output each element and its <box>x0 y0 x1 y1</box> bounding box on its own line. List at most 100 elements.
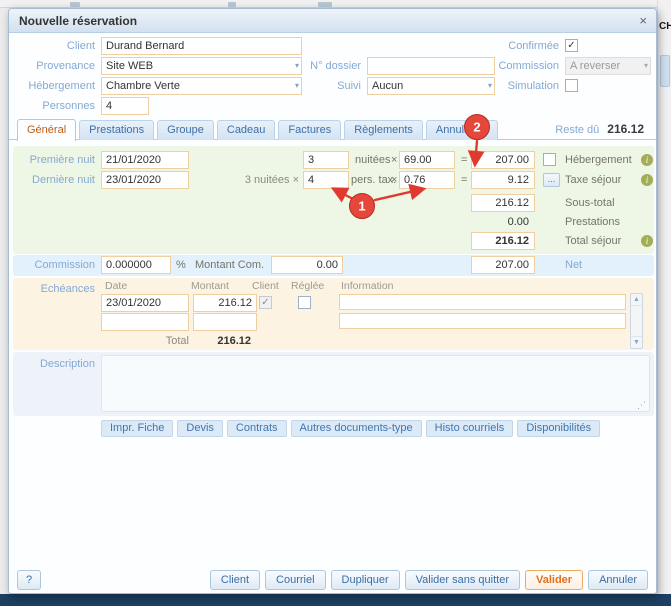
provenance-label: Provenance <box>9 57 95 75</box>
taxe-unit-input[interactable]: 0.76 <box>399 171 455 189</box>
tab-bar: Général Prestations Groupe Cadeau Factur… <box>17 119 498 140</box>
resize-grip-icon[interactable]: ⋰ <box>637 401 655 593</box>
total-sejour-value: 216.12 <box>471 232 535 250</box>
personnes-label: Personnes <box>9 97 95 115</box>
info-icon[interactable]: i <box>641 235 653 247</box>
col-header-client: Client <box>252 280 279 293</box>
montant-com-input[interactable]: 0.00 <box>271 256 343 274</box>
hebergement-select[interactable]: Chambre Verte ▾ <box>101 77 302 95</box>
histo-courriels-button[interactable]: Histo courriels <box>426 420 514 437</box>
echeance-date-input[interactable]: 23/01/2020 <box>101 294 189 312</box>
close-icon[interactable]: × <box>639 9 647 32</box>
taxe-more-button[interactable]: ... <box>543 173 560 187</box>
equals-sign: = <box>461 171 467 189</box>
echeance-montant-input[interactable]: 216.12 <box>193 294 257 312</box>
derniere-nuit-input[interactable]: 23/01/2020 <box>101 171 189 189</box>
dupliquer-button[interactable]: Dupliquer <box>331 570 400 590</box>
help-button[interactable]: ? <box>17 570 41 590</box>
footer-buttons: Client Courriel Dupliquer Valider sans q… <box>210 570 648 590</box>
client-button[interactable]: Client <box>210 570 260 590</box>
simulation-checkbox[interactable] <box>565 79 578 92</box>
client-input[interactable]: Durand Bernard <box>101 37 302 55</box>
prestations-value: 0.00 <box>471 213 535 231</box>
hebergement-value: Chambre Verte <box>106 80 180 92</box>
description-textarea[interactable] <box>101 355 650 412</box>
dialog-titlebar[interactable]: Nouvelle réservation × <box>9 9 656 33</box>
tab-annulation[interactable]: Annulation <box>426 120 498 140</box>
tab-reglements[interactable]: Règlements <box>344 120 423 140</box>
echeance-client-checkbox: ✓ <box>259 296 272 309</box>
echeance-montant-input[interactable] <box>193 313 257 331</box>
equals-sign: = <box>461 151 467 169</box>
suivi-label: Suivi <box>299 77 361 95</box>
tab-general[interactable]: Général <box>17 119 76 141</box>
prestations-label: Prestations <box>565 213 620 231</box>
dossier-label: N° dossier <box>299 57 361 75</box>
background-window-right-edge: CH <box>657 0 671 594</box>
annuler-button[interactable]: Annuler <box>588 570 648 590</box>
col-header-reglee: Réglée <box>291 280 324 293</box>
dialog-title: Nouvelle réservation <box>19 9 137 33</box>
contrats-button[interactable]: Contrats <box>227 420 287 437</box>
pers-tax-count-input[interactable]: 4 <box>303 171 349 189</box>
background-partial-text: CH <box>659 21 671 32</box>
provenance-value: Site WEB <box>106 60 153 72</box>
background-toolbar-fragment <box>70 2 80 7</box>
commission-label: Commission <box>9 256 95 274</box>
commission-taux-input[interactable]: 0.000000 <box>101 256 171 274</box>
taxe-total-value: 9.12 <box>471 171 535 189</box>
nuitees-label: nuitées <box>355 151 390 169</box>
nuitees-count-input[interactable]: 3 <box>303 151 349 169</box>
impr-fiche-button[interactable]: Impr. Fiche <box>101 420 173 437</box>
echeance-date-input[interactable] <box>101 313 189 331</box>
reste-du-value: 216.12 <box>607 122 644 136</box>
background-scrollbar-thumb[interactable] <box>660 55 670 87</box>
derniere-nuit-label: Dernière nuit <box>9 171 95 189</box>
info-icon[interactable]: i <box>641 174 653 186</box>
montant-com-label: Montant Com. <box>195 256 264 274</box>
pers-tax-label: pers. tax. <box>351 171 396 189</box>
chevron-down-icon: ▾ <box>644 59 648 73</box>
echeance-reglee-checkbox[interactable] <box>298 296 311 309</box>
disponibilites-button[interactable]: Disponibilités <box>517 420 600 437</box>
scroll-down-icon[interactable]: ▼ <box>631 336 642 348</box>
suivi-value: Aucun <box>372 80 403 92</box>
echeances-total-label: Total <box>109 332 189 350</box>
tab-factures[interactable]: Factures <box>278 120 341 140</box>
premiere-nuit-input[interactable]: 21/01/2020 <box>101 151 189 169</box>
scroll-up-icon[interactable]: ▲ <box>631 294 642 306</box>
personnes-input[interactable]: 4 <box>101 97 149 115</box>
multiply-sign: × <box>391 171 397 189</box>
autres-documents-button[interactable]: Autres documents-type <box>291 420 422 437</box>
echeances-scrollbar[interactable]: ▲ ▼ <box>630 293 643 349</box>
col-header-montant: Montant <box>191 280 229 293</box>
reservation-dialog: Nouvelle réservation × Client Durand Ber… <box>8 8 657 594</box>
confirmee-checkbox[interactable]: ✓ <box>565 39 578 52</box>
col-header-information: Information <box>341 280 394 293</box>
tab-prestations[interactable]: Prestations <box>79 120 154 140</box>
tab-cadeau[interactable]: Cadeau <box>217 120 276 140</box>
provenance-select[interactable]: Site WEB ▾ <box>101 57 302 75</box>
net-label: Net <box>565 256 605 274</box>
commission-mode-label: Commission <box>474 57 559 75</box>
hebergement-checkbox[interactable] <box>543 153 556 166</box>
background-window-top-edge <box>0 0 671 8</box>
courriel-button[interactable]: Courriel <box>265 570 326 590</box>
total-sejour-label: Total séjour <box>565 232 621 250</box>
percent-sign: % <box>176 256 186 274</box>
echeance-information-input[interactable] <box>339 294 626 310</box>
prix-nuit-input[interactable]: 69.00 <box>399 151 455 169</box>
echeance-information-input[interactable] <box>339 313 626 329</box>
premiere-nuit-label: Première nuit <box>9 151 95 169</box>
tab-groupe[interactable]: Groupe <box>157 120 214 140</box>
valider-button[interactable]: Valider <box>525 570 583 590</box>
info-icon[interactable]: i <box>641 154 653 166</box>
echeances-total-value: 216.12 <box>193 332 257 350</box>
screen: CH Nouvelle réservation × Client Durand … <box>0 0 671 606</box>
document-buttons: Impr. Fiche Devis Contrats Autres docume… <box>101 420 600 437</box>
commission-mode-select: A reverser ▾ <box>565 57 651 75</box>
devis-button[interactable]: Devis <box>177 420 223 437</box>
simulation-label: Simulation <box>474 77 559 95</box>
valider-sans-quitter-button[interactable]: Valider sans quitter <box>405 570 520 590</box>
col-header-date: Date <box>105 280 127 293</box>
